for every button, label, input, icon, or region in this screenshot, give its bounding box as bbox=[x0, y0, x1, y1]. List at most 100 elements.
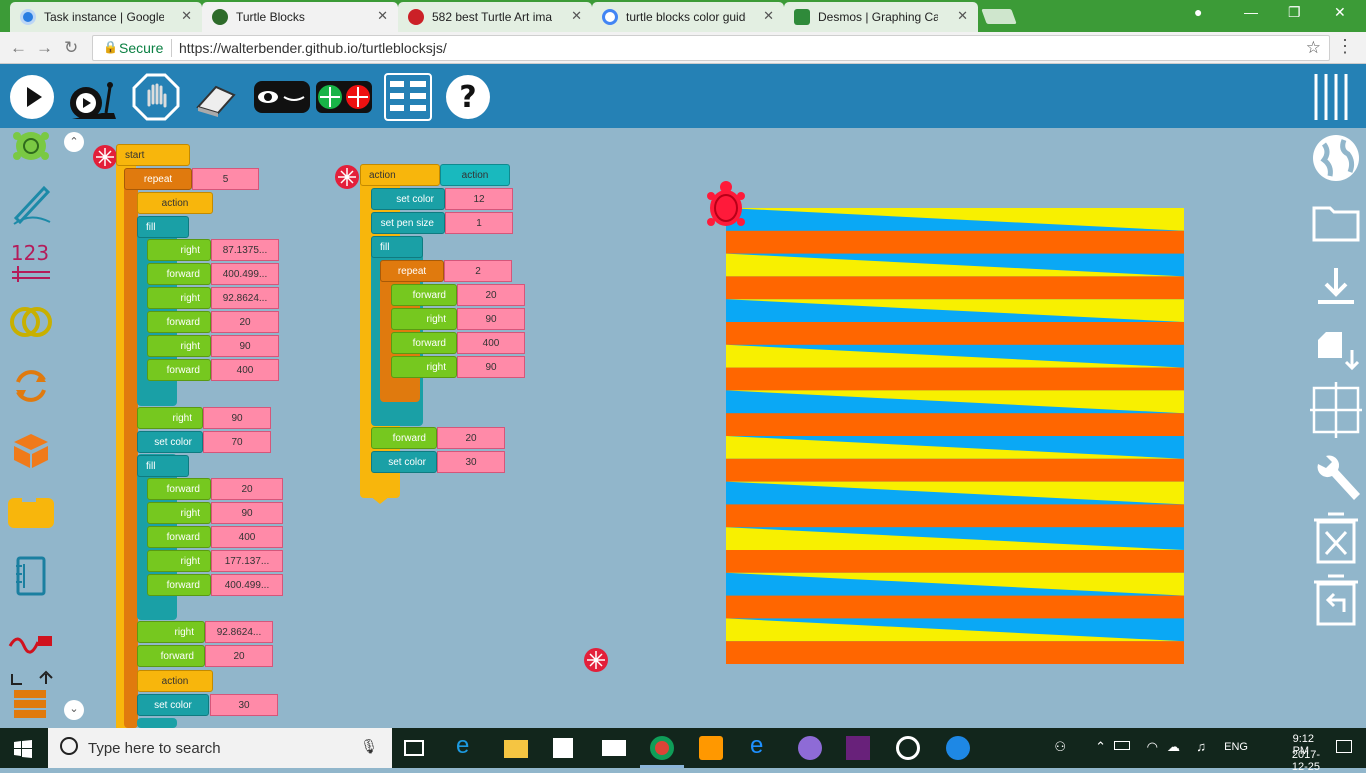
forward-block[interactable]: forward bbox=[147, 359, 211, 381]
pen-palette-icon[interactable] bbox=[6, 178, 56, 226]
close-icon[interactable]: ✕ bbox=[763, 8, 774, 24]
close-window-button[interactable]: ✕ bbox=[1334, 4, 1346, 21]
repeat-block[interactable]: repeat bbox=[380, 260, 444, 282]
tab-google-search[interactable]: turtle blocks color guide ✕ bbox=[592, 2, 784, 32]
url-field[interactable]: 🔒 Secure https://walterbender.github.io/… bbox=[92, 35, 1330, 61]
action-palette-icon[interactable] bbox=[6, 488, 56, 536]
delete-icon[interactable] bbox=[1310, 510, 1362, 566]
github-icon[interactable] bbox=[798, 736, 822, 760]
value-field[interactable]: 87.1375... bbox=[211, 239, 279, 261]
settings-wrench-icon[interactable] bbox=[1310, 450, 1362, 506]
repeat-count-field[interactable]: 2 bbox=[444, 260, 512, 282]
value-field[interactable]: 30 bbox=[437, 451, 505, 473]
stop-hand-icon[interactable] bbox=[132, 73, 180, 121]
value-field[interactable]: 400.499... bbox=[211, 574, 283, 596]
value-field[interactable]: 12 bbox=[445, 188, 513, 210]
set-color-block[interactable]: set color bbox=[371, 188, 445, 210]
value-field[interactable]: 90 bbox=[211, 335, 279, 357]
forward-block[interactable]: forward bbox=[391, 284, 457, 306]
value-field[interactable]: 20 bbox=[457, 284, 525, 306]
reload-button[interactable]: ↻ bbox=[64, 38, 78, 58]
number-palette-icon[interactable]: 123 bbox=[6, 238, 56, 286]
chevron-up-icon[interactable]: ⌃ bbox=[1095, 739, 1106, 755]
start-block[interactable]: start bbox=[116, 144, 190, 166]
language-indicator[interactable]: ENG bbox=[1224, 741, 1248, 753]
collapse-stack-icon[interactable] bbox=[92, 144, 118, 170]
action-define-block[interactable]: action bbox=[360, 164, 440, 186]
new-tab-button[interactable] bbox=[981, 9, 1017, 24]
repeat-block[interactable]: repeat bbox=[124, 168, 192, 190]
help-icon[interactable]: ? bbox=[444, 73, 492, 121]
fill-block[interactable]: fill bbox=[137, 216, 189, 238]
windows-start-icon[interactable] bbox=[14, 740, 32, 758]
right-block[interactable]: right bbox=[391, 356, 457, 378]
value-field[interactable]: 90 bbox=[457, 308, 525, 330]
value-field[interactable]: 90 bbox=[203, 407, 271, 429]
forward-block[interactable]: forward bbox=[371, 427, 437, 449]
main-menu-icon[interactable] bbox=[1312, 70, 1356, 124]
action-call-block[interactable]: action bbox=[137, 192, 213, 214]
set-color-block[interactable]: set color bbox=[371, 451, 437, 473]
close-icon[interactable]: ✕ bbox=[377, 8, 388, 24]
restore-icon[interactable] bbox=[1310, 572, 1362, 628]
visual-studio-icon[interactable] bbox=[846, 736, 870, 760]
menu-icon[interactable]: ⋮ bbox=[1336, 36, 1354, 57]
value-field[interactable]: 70 bbox=[203, 431, 271, 453]
sublime-icon[interactable] bbox=[699, 736, 723, 760]
collapse-stack-icon[interactable] bbox=[334, 164, 360, 190]
repeat-count-field[interactable]: 5 bbox=[192, 168, 259, 190]
value-field[interactable]: 30 bbox=[210, 694, 278, 716]
value-field[interactable]: 400.499... bbox=[211, 263, 279, 285]
value-field[interactable]: 1 bbox=[445, 212, 513, 234]
action-call-block[interactable]: action bbox=[137, 670, 213, 692]
extras-palette-icon[interactable] bbox=[6, 668, 56, 728]
tab-pinterest[interactable]: 582 best Turtle Art image ✕ bbox=[398, 2, 592, 32]
set-color-block[interactable]: set color bbox=[137, 431, 203, 453]
store-icon[interactable] bbox=[553, 738, 573, 758]
set-color-block[interactable]: set color bbox=[137, 694, 209, 716]
value-field[interactable]: 92.8624... bbox=[211, 287, 279, 309]
forward-block[interactable]: forward bbox=[147, 574, 211, 596]
value-field[interactable]: 20 bbox=[205, 645, 273, 667]
app-icon[interactable] bbox=[946, 736, 970, 760]
flow-palette-icon[interactable] bbox=[6, 362, 56, 410]
edge-icon[interactable]: e bbox=[750, 732, 774, 759]
value-field[interactable]: 400 bbox=[211, 359, 279, 381]
forward-block[interactable]: forward bbox=[137, 645, 205, 667]
right-block[interactable]: right bbox=[137, 621, 205, 643]
folder-icon[interactable] bbox=[1310, 196, 1362, 248]
grid-icon[interactable] bbox=[1310, 380, 1362, 440]
collapse-stack-icon[interactable] bbox=[583, 647, 609, 673]
right-block[interactable]: right bbox=[147, 335, 211, 357]
right-block[interactable]: right bbox=[147, 239, 211, 261]
value-field[interactable]: 92.8624... bbox=[205, 621, 273, 643]
value-field[interactable]: 90 bbox=[457, 356, 525, 378]
set-pen-size-block[interactable]: set pen size bbox=[371, 212, 445, 234]
clock-date[interactable]: 2017-12-25 bbox=[1292, 749, 1320, 773]
ie-icon[interactable]: e bbox=[456, 732, 480, 759]
forward-button[interactable]: → bbox=[36, 38, 53, 58]
action-name-field[interactable]: action bbox=[440, 164, 510, 186]
globe-icon[interactable] bbox=[1310, 132, 1362, 184]
close-icon[interactable]: ✕ bbox=[957, 8, 968, 24]
value-field[interactable]: 20 bbox=[211, 311, 279, 333]
close-icon[interactable]: ✕ bbox=[181, 8, 192, 24]
download-icon[interactable] bbox=[1310, 262, 1362, 314]
mail-icon[interactable] bbox=[602, 740, 626, 756]
tab-turtle-blocks[interactable]: Turtle Blocks ✕ bbox=[202, 2, 398, 32]
forward-block[interactable]: forward bbox=[391, 332, 457, 354]
maximize-button[interactable]: ❐ bbox=[1288, 4, 1301, 21]
play-icon[interactable] bbox=[8, 73, 56, 121]
task-view-icon[interactable] bbox=[404, 740, 424, 756]
save-image-icon[interactable] bbox=[1310, 322, 1362, 374]
value-field[interactable]: 90 bbox=[211, 502, 283, 524]
value-field[interactable]: 20 bbox=[211, 478, 283, 500]
notifications-icon[interactable] bbox=[1336, 740, 1352, 753]
media-palette-icon[interactable] bbox=[6, 552, 56, 600]
file-explorer-icon[interactable] bbox=[504, 740, 528, 758]
value-field[interactable]: 20 bbox=[437, 427, 505, 449]
boolean-palette-icon[interactable] bbox=[6, 298, 56, 346]
right-block[interactable]: right bbox=[391, 308, 457, 330]
snail-icon[interactable] bbox=[66, 73, 122, 121]
cloud-icon[interactable]: ☁ bbox=[1167, 739, 1180, 755]
